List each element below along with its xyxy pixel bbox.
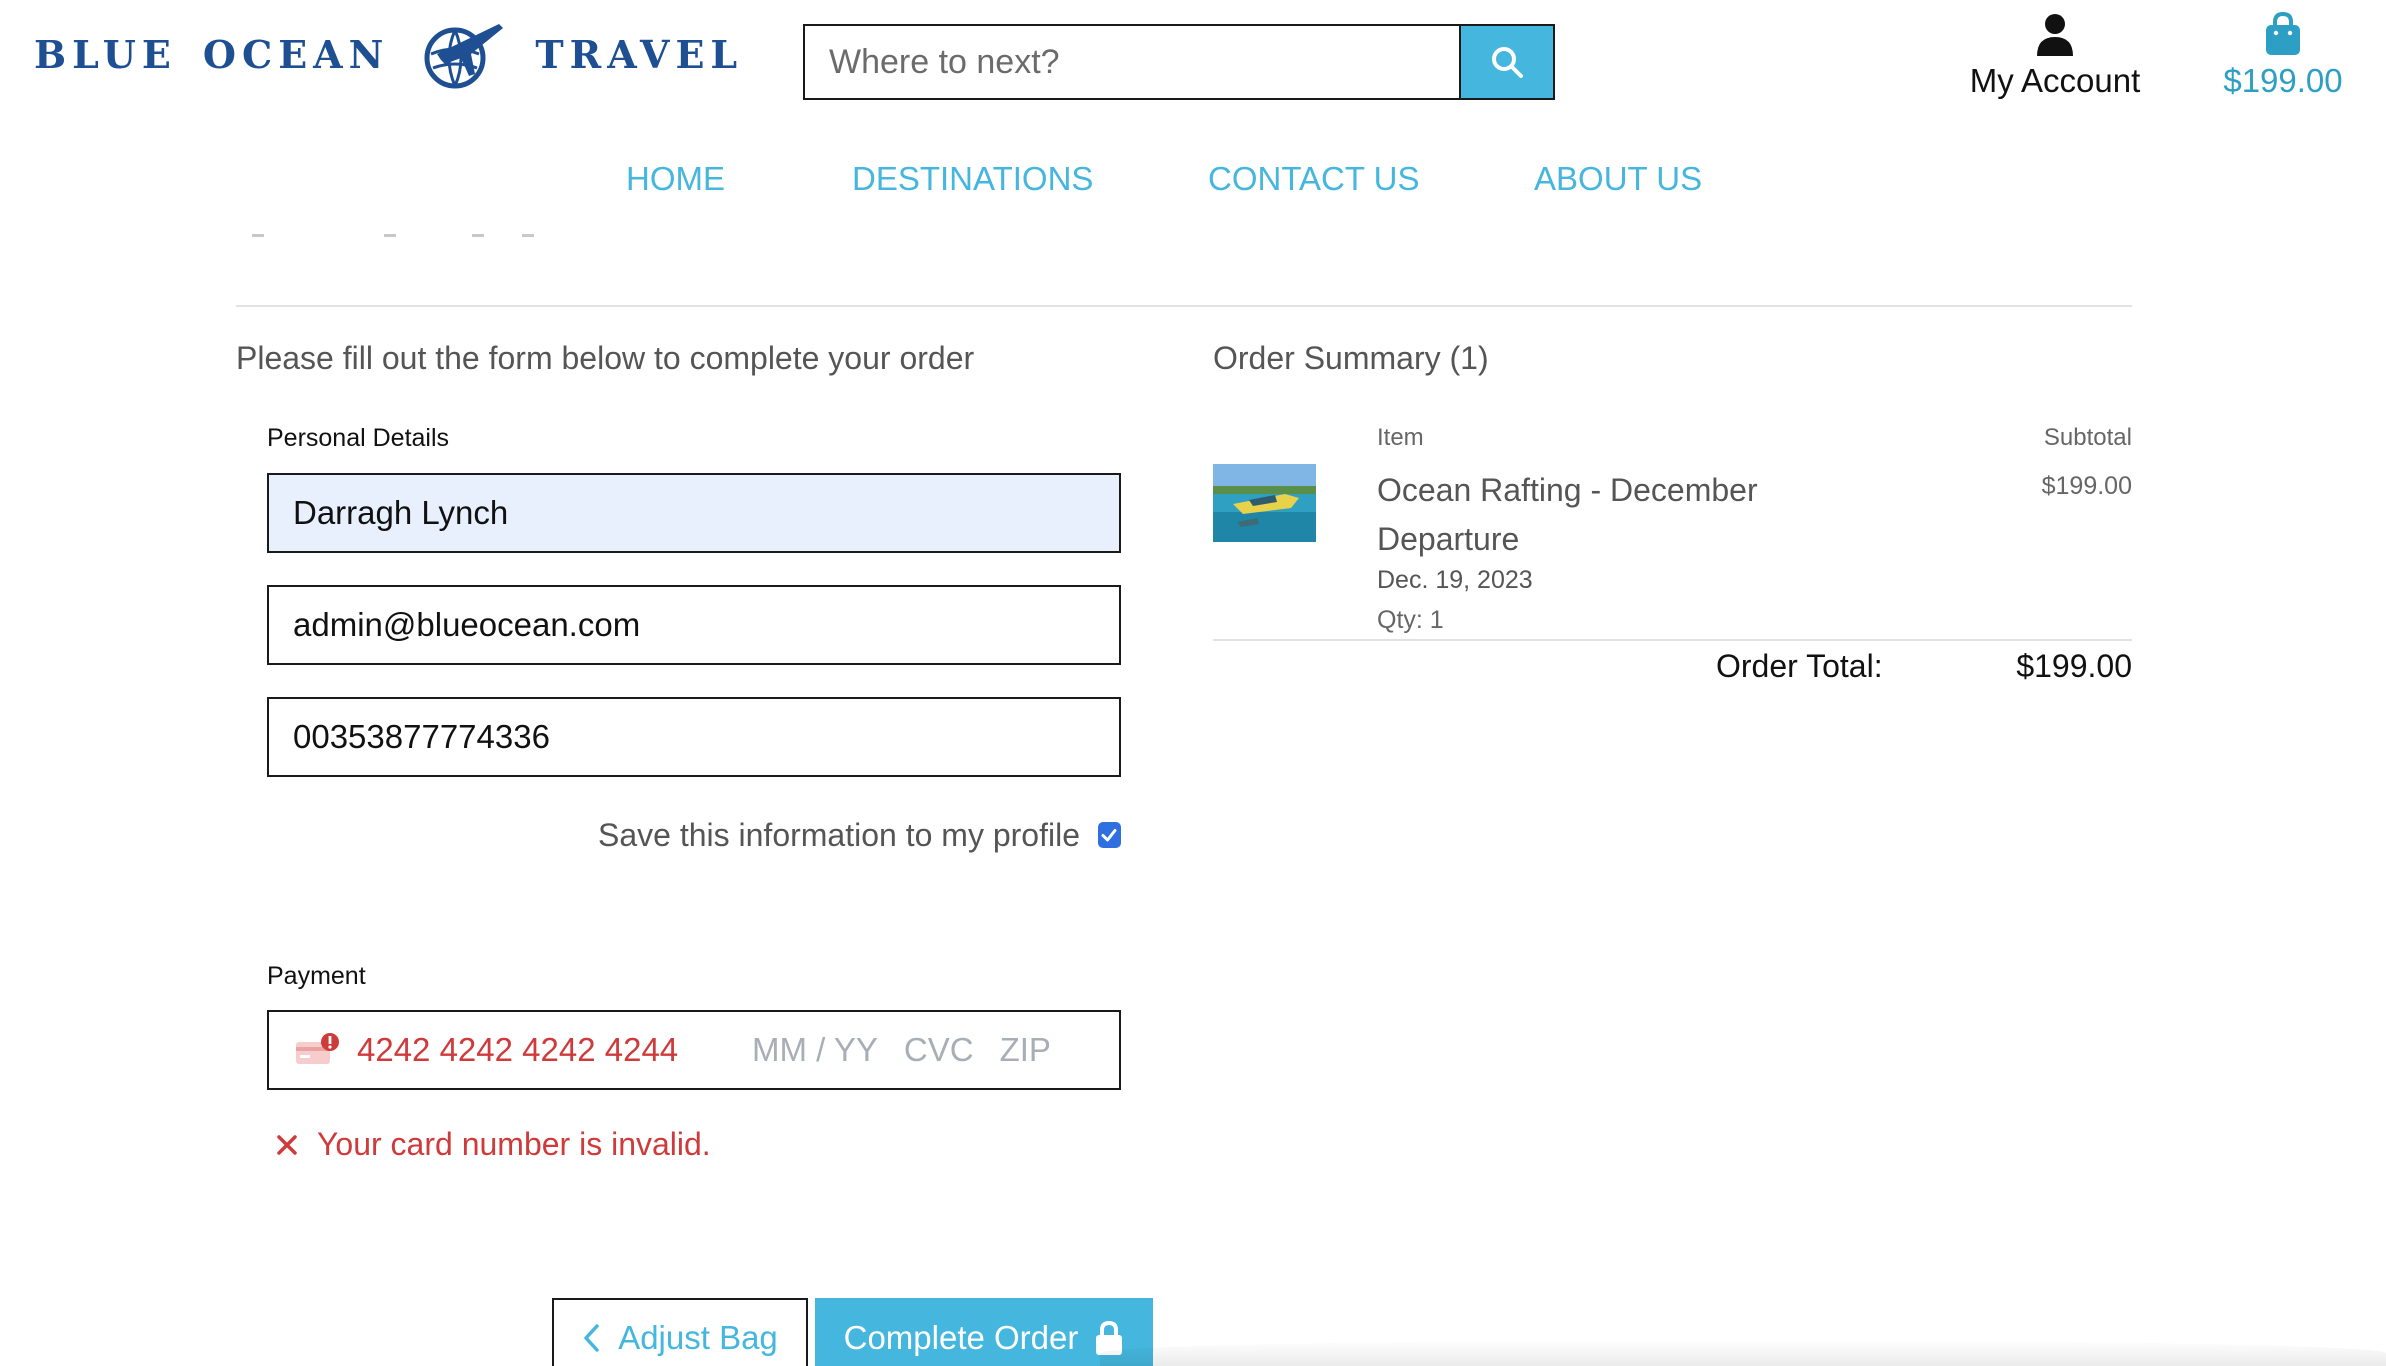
card-zip-placeholder[interactable]: ZIP [1000, 1031, 1051, 1069]
section-divider [236, 305, 2132, 307]
column-header-subtotal: Subtotal [2043, 424, 2132, 451]
card-error-icon [296, 1033, 339, 1064]
item-thumbnail[interactable] [1213, 464, 1316, 542]
card-expiry-placeholder[interactable]: MM / YY [752, 1031, 878, 1069]
card-error-message: Your card number is invalid. [275, 1126, 711, 1163]
item-quantity: Qty: 1 [1377, 606, 1444, 634]
brand-word-ocean: OCEAN [202, 31, 390, 77]
save-info-row: Save this information to my profile [598, 813, 1121, 857]
card-cvc-placeholder[interactable]: CVC [904, 1031, 974, 1069]
personal-details-label: Personal Details [267, 424, 450, 452]
save-info-checkbox[interactable] [1097, 822, 1121, 848]
nav-about-us[interactable]: ABOUT US [1534, 160, 1702, 198]
item-subtotal: $199.00 [2041, 472, 2132, 500]
adjust-bag-label: Adjust Bag [618, 1319, 778, 1356]
complete-order-label: Complete Order [843, 1319, 1079, 1356]
checkmark-icon [1101, 829, 1117, 842]
phone-field[interactable] [267, 697, 1121, 777]
card-input[interactable]: 4242 4242 4242 4244 MM / YY CVC ZIP [267, 1010, 1121, 1090]
error-x-icon [277, 1134, 297, 1155]
order-summary-title: Order Summary (1) [1213, 340, 1489, 376]
nav-home[interactable]: HOME [626, 160, 725, 198]
nav-destinations[interactable]: DESTINATIONS [852, 160, 1093, 198]
user-icon [2037, 14, 2073, 56]
search-button[interactable] [1459, 24, 1555, 100]
order-total-label: Order Total: [1716, 648, 1883, 684]
faint-divider-marks [250, 234, 550, 238]
search-bar [803, 24, 1555, 100]
bag-total: $199.00 [2223, 62, 2343, 99]
form-intro-text: Please fill out the form below to comple… [236, 340, 975, 376]
bottom-shadow [1100, 1340, 2386, 1366]
item-name[interactable]: Ocean Rafting - December Departure [1377, 466, 1797, 564]
card-error-text: Your card number is invalid. [317, 1126, 711, 1162]
shopping-bag-link[interactable]: $199.00 [2208, 12, 2358, 112]
my-account-link[interactable]: My Account [1955, 12, 2155, 112]
save-info-label: Save this information to my profile [598, 816, 1080, 853]
column-header-item: Item [1377, 424, 1424, 451]
brand-logo[interactable]: BLUE OCEAN TRAVEL [34, 14, 743, 94]
globe-plane-icon [424, 24, 504, 89]
brand-word-travel: TRAVEL [535, 31, 744, 77]
checkout-page: BLUE OCEAN TRAVEL My Account [0, 0, 2386, 1366]
full-name-field[interactable] [267, 473, 1121, 553]
main-nav: HOME DESTINATIONS CONTACT US ABOUT US [0, 160, 2386, 212]
ocean-rafting-image [1213, 464, 1316, 542]
card-number-value[interactable]: 4242 4242 4242 4244 [357, 1031, 752, 1069]
summary-divider [1213, 639, 2132, 641]
adjust-bag-button[interactable]: Adjust Bag [552, 1298, 808, 1366]
shopping-bag-icon [2266, 12, 2300, 55]
chevron-left-icon [584, 1324, 599, 1352]
payment-label: Payment [267, 962, 366, 990]
email-field[interactable] [267, 585, 1121, 665]
search-icon [1492, 47, 1523, 78]
my-account-label: My Account [1969, 62, 2141, 99]
brand-word-blue: BLUE [34, 31, 177, 77]
item-date: Dec. 19, 2023 [1377, 566, 1533, 594]
search-input[interactable] [803, 24, 1459, 100]
order-total-value: $199.00 [2016, 648, 2132, 684]
nav-contact-us[interactable]: CONTACT US [1208, 160, 1419, 198]
